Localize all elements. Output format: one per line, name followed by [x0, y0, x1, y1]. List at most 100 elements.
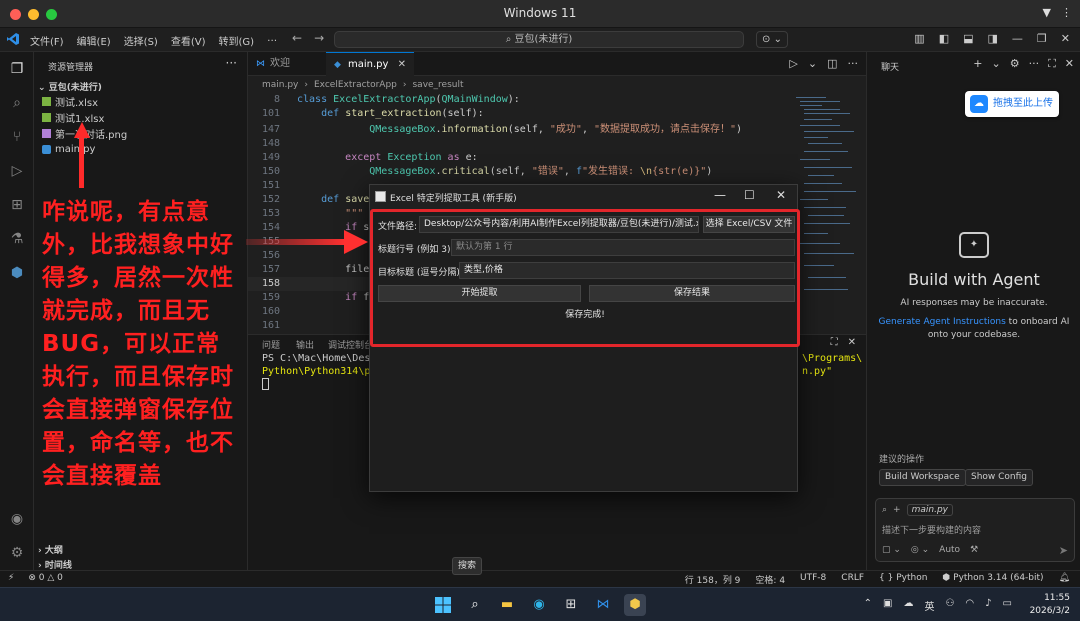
tab-main-py[interactable]: ◆ main.py ✕ — [326, 52, 414, 76]
source-control-icon[interactable]: ⑂ — [8, 128, 26, 146]
layout-toggle-icon[interactable]: ▥ — [914, 32, 924, 45]
file-explorer-icon[interactable]: ▬ — [496, 594, 518, 616]
add-context-icon[interactable]: + — [893, 505, 901, 515]
explorer-file-item[interactable]: main.py — [42, 142, 95, 157]
upload-drop-button[interactable]: ☁ 拖拽至此上传 — [965, 91, 1059, 117]
cursor-position[interactable]: 行 158，列 9 — [685, 573, 741, 586]
panel-tab-output[interactable]: 输出 — [296, 338, 314, 351]
model-mode-label[interactable]: Auto — [939, 545, 960, 555]
breadcrumb-item[interactable]: main.py — [262, 80, 298, 90]
battery-icon[interactable]: ▭ — [1003, 598, 1012, 613]
chat-input-box[interactable]: ⌕ + main.py 描述下一步要构建的内容 ▢ ⌄ ◎ ⌄ Auto ⚒ ➤ — [875, 498, 1075, 562]
python-app-taskbar-icon[interactable]: ⬢ — [624, 594, 646, 616]
more-actions-icon[interactable]: ··· — [226, 56, 237, 70]
explorer-file-item[interactable]: 测试.xlsx — [42, 94, 98, 109]
model-picker-icon[interactable]: ◎ ⌄ — [911, 545, 929, 555]
close-icon[interactable]: ✕ — [1061, 32, 1070, 45]
testing-icon[interactable]: ⚗ — [8, 230, 26, 248]
dropdown-icon[interactable]: ▼ — [1043, 6, 1051, 19]
forward-arrow-icon[interactable]: → — [314, 31, 324, 45]
tray-app-icon[interactable]: ▣ — [883, 598, 892, 613]
save-result-button[interactable]: 保存结果 — [589, 285, 795, 302]
search-icon[interactable]: ⌕ — [8, 94, 26, 112]
minimize-icon[interactable]: — — [714, 188, 726, 202]
python-icon[interactable]: ⬢ — [8, 264, 26, 282]
show-config-button[interactable]: Show Config — [965, 469, 1034, 486]
panel-right-icon[interactable]: ◨ — [988, 32, 998, 45]
settings-gear-icon[interactable]: ⚙ — [1010, 57, 1020, 71]
store-icon[interactable]: ⊞ — [560, 594, 582, 616]
browse-file-button[interactable]: 选择 Excel/CSV 文件 — [703, 216, 795, 233]
maximize-icon[interactable]: ⛶ — [1048, 57, 1056, 71]
panel-bottom-icon[interactable]: ⬓ — [963, 32, 973, 45]
panel-tab-problems[interactable]: 问题 — [262, 338, 280, 351]
edge-browser-icon[interactable]: ◉ — [528, 594, 550, 616]
breadcrumb-item[interactable]: save_result — [412, 80, 463, 90]
close-icon[interactable]: ✕ — [776, 188, 786, 202]
settings-gear-icon[interactable]: ⚙ — [8, 544, 26, 562]
remote-icon[interactable]: ⚡ — [8, 573, 14, 583]
header-row-input[interactable]: 默认为第 1 行 — [451, 239, 795, 256]
target-titles-input[interactable]: 类型,价格 — [459, 262, 795, 279]
agent-mode-icon[interactable]: ▢ ⌄ — [882, 545, 901, 555]
tools-icon[interactable]: ⚒ — [970, 545, 978, 555]
language-mode[interactable]: { } Python — [879, 573, 927, 586]
vscode-taskbar-icon[interactable]: ⋈ — [592, 594, 614, 616]
menu-more[interactable]: … — [267, 33, 277, 48]
tab-welcome[interactable]: ⋈ 欢迎 — [248, 52, 324, 76]
more-actions-icon[interactable]: ··· — [1029, 57, 1040, 71]
run-icon[interactable]: ▷ — [789, 57, 797, 70]
workspace-folder[interactable]: ⌄ 豆包(未进行) — [38, 80, 102, 93]
maximize-panel-icon[interactable]: ⛶ — [831, 337, 838, 348]
encoding[interactable]: UTF-8 — [800, 573, 826, 586]
menu-edit[interactable]: 编辑(E) — [77, 33, 111, 48]
start-windows-icon[interactable] — [432, 594, 454, 616]
chevron-up-icon[interactable]: ⌃ — [864, 598, 872, 613]
terminal-cursor[interactable] — [262, 378, 269, 390]
indentation[interactable]: 空格: 4 — [755, 573, 785, 586]
ime-options-icon[interactable]: ⚇ — [945, 598, 954, 613]
explorer-icon[interactable]: ❐ — [8, 60, 26, 78]
split-editor-icon[interactable]: ◫ — [827, 57, 837, 70]
line-ending[interactable]: CRLF — [841, 573, 864, 586]
file-path-field[interactable]: Desktop/公众号内容/利用AI制作Excel列提取器/豆包(未进行)/测试… — [419, 216, 699, 233]
taskbar-clock[interactable]: 11:55 2026/3/2 — [1030, 592, 1070, 618]
menu-selection[interactable]: 选择(S) — [124, 33, 158, 48]
menu-view[interactable]: 查看(V) — [171, 33, 206, 48]
start-extraction-button[interactable]: 开始提取 — [378, 285, 581, 302]
search-icon[interactable]: ⌕ — [464, 594, 486, 616]
problems-status[interactable]: ⊗ 0 △ 0 — [28, 573, 63, 583]
cloud-icon[interactable]: ☁ — [903, 598, 913, 613]
python-interpreter[interactable]: ⬢ Python 3.14 (64-bit) — [942, 573, 1043, 586]
send-icon[interactable]: ➤ — [1059, 544, 1068, 557]
chat-input-placeholder[interactable]: 描述下一步要构建的内容 — [882, 523, 981, 536]
attach-icon[interactable]: ⌕ — [882, 505, 887, 515]
chevron-down-icon[interactable]: ⌄ — [808, 57, 817, 70]
more-actions-icon[interactable]: ··· — [848, 57, 859, 70]
menu-go[interactable]: 转到(G) — [219, 33, 255, 48]
restore-icon[interactable]: ❐ — [1037, 32, 1047, 45]
account-icon[interactable]: ◉ — [8, 510, 26, 528]
run-debug-icon[interactable]: ▷ — [8, 162, 26, 180]
panel-left-icon[interactable]: ◧ — [939, 32, 949, 45]
more-icon[interactable]: ⋮ — [1061, 6, 1072, 19]
minimap[interactable] — [796, 93, 858, 333]
maximize-icon[interactable]: ☐ — [744, 188, 755, 202]
extensions-icon[interactable]: ⊞ — [8, 196, 26, 214]
minimize-icon[interactable]: — — [1012, 32, 1023, 45]
panel-tab-debug-console[interactable]: 调试控制台 — [328, 338, 373, 351]
context-file-chip[interactable]: main.py — [906, 504, 953, 516]
input-method[interactable]: 英 — [924, 598, 934, 613]
outline-section[interactable]: › 大纲 — [38, 543, 63, 556]
chevron-down-icon[interactable]: ⌄ — [991, 57, 1000, 71]
wifi-icon[interactable]: ◠ — [965, 598, 974, 613]
copilot-menu-button[interactable]: ⊙ ⌄ — [756, 31, 788, 48]
breadcrumb-item[interactable]: ExcelExtractorApp — [314, 80, 397, 90]
generate-instructions-link[interactable]: Generate Agent Instructions — [879, 317, 1006, 327]
close-icon[interactable]: ✕ — [398, 53, 406, 77]
new-chat-icon[interactable]: + — [973, 57, 982, 71]
command-center-search[interactable]: ⌕ 豆包(未进行) — [334, 31, 744, 48]
close-icon[interactable]: ✕ — [848, 337, 856, 348]
close-icon[interactable]: ✕ — [1065, 57, 1074, 71]
notifications-icon[interactable]: 🔔︎ — [1059, 573, 1070, 586]
